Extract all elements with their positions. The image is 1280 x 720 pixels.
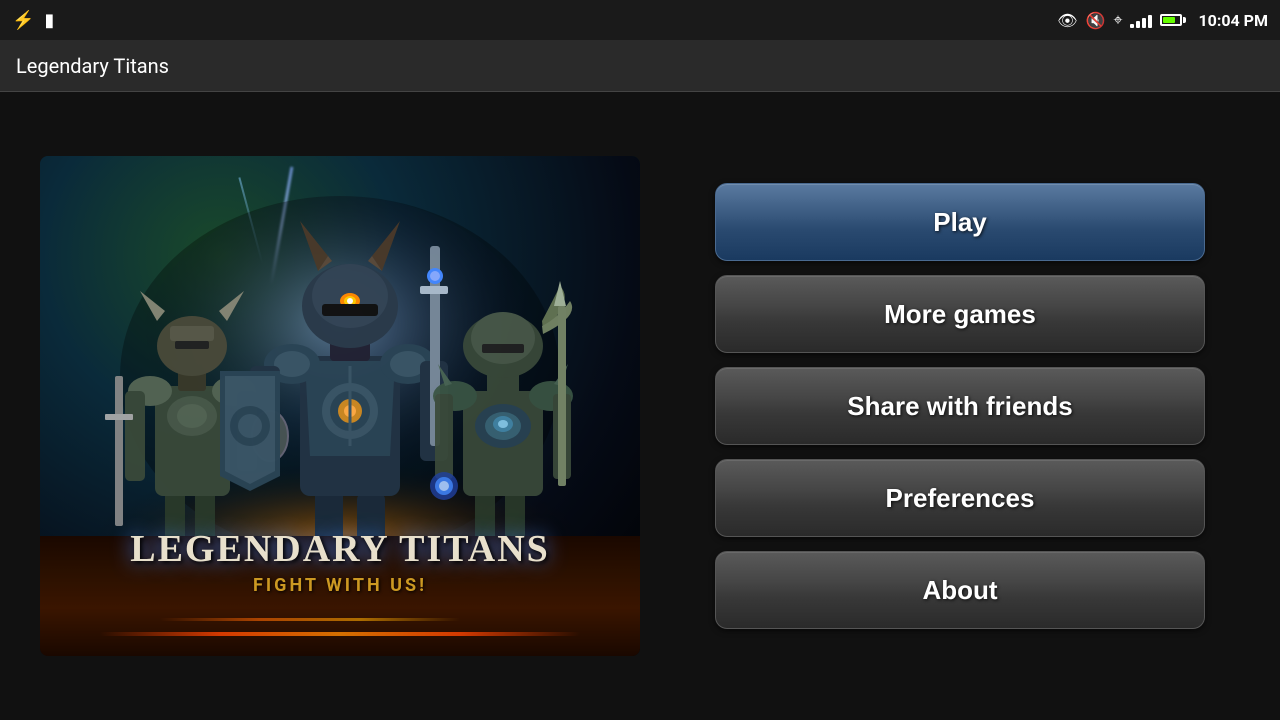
- status-right-icons: 👁 🔇 ⌖ 10:04 PM: [1057, 10, 1268, 30]
- play-button[interactable]: Play: [715, 183, 1205, 261]
- lava-crack-2: [160, 618, 460, 621]
- usb-icon: ⚡: [12, 10, 34, 31]
- mute-icon: 🔇: [1086, 11, 1106, 30]
- main-content: LEGENDARY TITANS FIGHT WITH US! Play Mor…: [0, 92, 1280, 720]
- game-image: LEGENDARY TITANS FIGHT WITH US!: [40, 156, 640, 656]
- app-title: Legendary Titans: [16, 54, 169, 78]
- game-canvas: LEGENDARY TITANS FIGHT WITH US!: [40, 156, 640, 656]
- more-games-button[interactable]: More games: [715, 275, 1205, 353]
- game-title-main: LEGENDARY TITANS: [40, 527, 640, 571]
- status-bar: ⚡ ▮ 👁 🔇 ⌖ 10:04 PM: [0, 0, 1280, 40]
- eye-icon: 👁: [1057, 11, 1077, 30]
- time-display: 10:04 PM: [1198, 11, 1268, 30]
- about-button[interactable]: About: [715, 551, 1205, 629]
- preferences-button[interactable]: Preferences: [715, 459, 1205, 537]
- wifi-icon: ⌖: [1113, 10, 1122, 30]
- game-title-text: LEGENDARY TITANS FIGHT WITH US!: [40, 527, 640, 596]
- sim-icon: ▮: [44, 10, 54, 31]
- status-left-icons: ⚡ ▮: [12, 10, 54, 31]
- signal-icon: [1130, 12, 1152, 28]
- lava-crack-1: [100, 632, 580, 636]
- share-with-friends-button[interactable]: Share with friends: [715, 367, 1205, 445]
- game-title-sub: FIGHT WITH US!: [40, 575, 640, 596]
- title-bar: Legendary Titans: [0, 40, 1280, 92]
- battery-icon: [1160, 14, 1186, 26]
- menu-buttons: Play More games Share with friends Prefe…: [680, 183, 1240, 629]
